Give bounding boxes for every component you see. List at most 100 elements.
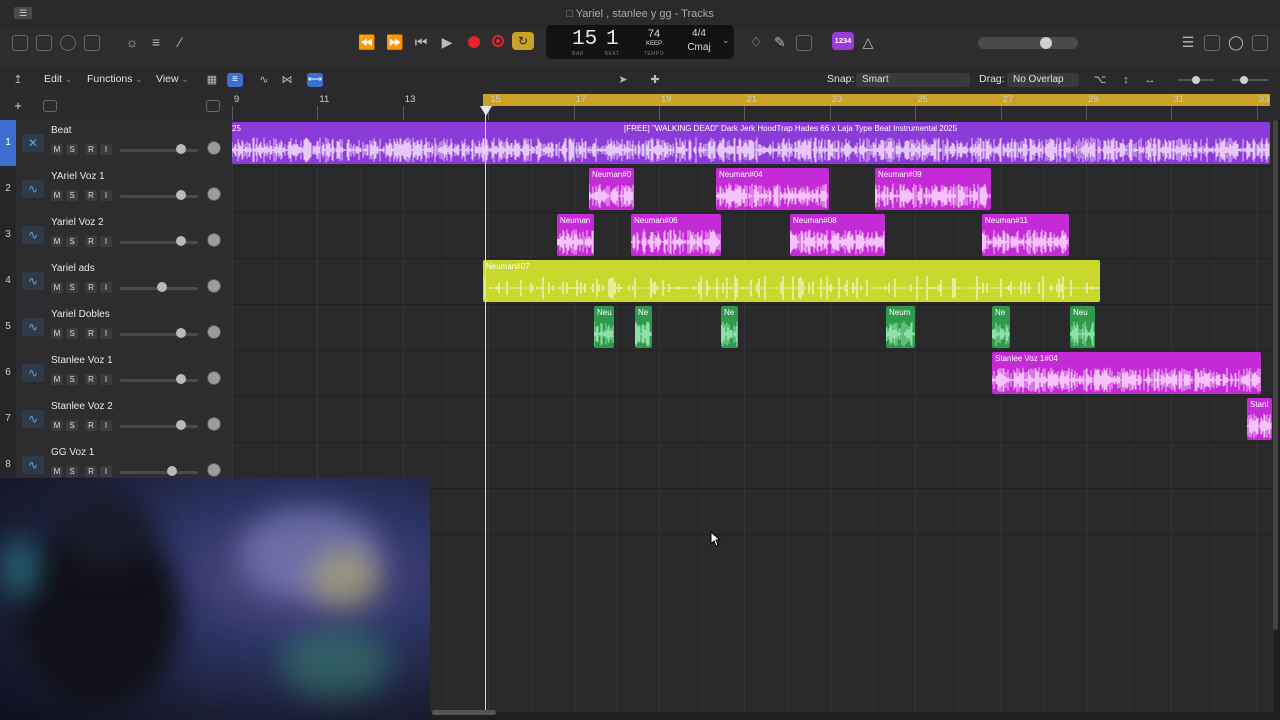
metronome-icon[interactable]: △ [860,34,876,50]
volume-slider[interactable] [120,195,198,198]
mute-button[interactable]: M [51,144,63,155]
volume-knob[interactable] [156,282,167,292]
volume-slider[interactable] [120,149,198,152]
track-header[interactable]: 6 ∿ Stanlee Voz 1 MSRI [0,350,232,397]
library-icon[interactable] [12,35,28,51]
master-volume-knob[interactable] [1040,37,1052,49]
help-icon[interactable] [60,35,76,51]
tuner-icon[interactable]: ♢ [748,34,764,50]
audio-region[interactable]: Neuman#06 [631,214,721,256]
notepad-icon[interactable] [1204,35,1220,51]
mute-button[interactable]: M [51,466,63,477]
drag-select[interactable]: No Overlap [1007,73,1079,87]
vertical-scrollbar[interactable] [1273,120,1278,630]
playhead[interactable] [485,106,486,710]
audio-region[interactable]: Stanl [1247,398,1272,440]
audio-region[interactable]: Neuman#04 [716,168,829,210]
mute-button[interactable]: M [51,190,63,201]
track-header[interactable]: 4 ∿ Yariel ads M S R I [0,258,232,305]
volume-slider[interactable] [120,471,198,474]
browser-icon[interactable] [1252,35,1268,51]
key-signature[interactable]: Cmaj [684,42,714,53]
replace-record-icon[interactable] [492,35,504,47]
pan-knob[interactable] [207,417,221,431]
input-monitor-button[interactable]: I [100,190,112,201]
lcd-chevron-down-icon[interactable]: ⌄ [722,35,730,46]
duplicate-track-icon[interactable] [43,100,57,112]
pencil-icon[interactable]: ✎ [772,34,788,50]
input-monitor-button[interactable]: I [100,374,112,385]
volume-slider[interactable] [120,333,198,336]
audio-region-beat[interactable]: 25 [FREE] "WALKING DEAD" Dark Jerk HoodTr… [232,122,1270,164]
record-enable-button[interactable]: R [85,190,97,201]
fast-forward-icon[interactable]: ⏩ [386,34,404,50]
mixer-icon[interactable]: ≡ [148,34,164,50]
mute-button[interactable]: M [51,282,63,293]
vertical-zoom-slider[interactable] [1178,76,1214,84]
count-in-button[interactable]: 1234 [832,32,854,50]
pan-knob[interactable] [207,187,221,201]
automation-icon[interactable]: ∿ [256,72,272,88]
volume-knob[interactable] [176,190,187,200]
solo-button[interactable]: S [66,466,78,477]
record-enable-button[interactable]: R [85,144,97,155]
solo-button[interactable]: S [66,328,78,339]
audio-region[interactable]: Stanlee Voz 1#04 [992,352,1261,394]
functions-menu[interactable]: Functions [87,73,143,85]
inspector-icon[interactable] [36,35,52,51]
audio-region[interactable]: Neuman [557,214,594,256]
smart-controls-icon[interactable]: ☼ [124,34,140,50]
solo-button[interactable]: S [66,282,78,293]
input-monitor-button[interactable]: I [100,282,112,293]
pan-knob[interactable] [207,141,221,155]
solo-button[interactable]: S [66,420,78,431]
audio-region[interactable]: Neuman#0 [589,168,634,210]
grid-view-icon[interactable]: ▦ [204,72,220,88]
volume-slider[interactable] [120,241,198,244]
input-monitor-button[interactable]: I [100,144,112,155]
audio-region[interactable]: Neu [1070,306,1095,348]
horizontal-zoom-icon[interactable]: ↔ [1142,72,1158,88]
master-volume-slider[interactable] [978,37,1078,49]
mute-button[interactable]: M [51,374,63,385]
tempo-value[interactable]: 74 [640,28,668,40]
audio-region[interactable]: Ne [721,306,738,348]
audio-region[interactable]: Neuman#11 [982,214,1069,256]
input-monitor-button[interactable]: I [100,420,112,431]
record-enable-button[interactable]: R [85,420,97,431]
pan-knob[interactable] [207,233,221,247]
volume-knob[interactable] [176,144,187,154]
input-monitor-button[interactable]: I [100,466,112,477]
snap-select[interactable]: Smart [856,73,970,87]
audio-region[interactable]: Neuman#09 [875,168,991,210]
volume-knob[interactable] [176,328,187,338]
track-header[interactable]: 7 ∿ Stanlee Voz 2 MSRI [0,396,232,443]
loop-browser-icon[interactable]: ◯ [1228,34,1244,50]
record-enable-button[interactable]: R [85,328,97,339]
audio-region[interactable]: Neuman#07 [483,260,1100,302]
vertical-zoom-icon[interactable]: ↕ [1118,72,1134,88]
playhead-handle[interactable] [480,106,492,116]
mute-button[interactable]: M [51,420,63,431]
catch-playhead-icon[interactable]: ⟷ [307,73,323,87]
toolbar-icon[interactable] [84,35,100,51]
input-monitor-button[interactable]: I [100,236,112,247]
volume-knob[interactable] [176,420,187,430]
pan-knob[interactable] [207,463,221,477]
solo-button[interactable]: S [66,144,78,155]
rewind-icon[interactable]: ⏪ [358,34,376,50]
pan-knob[interactable] [207,279,221,293]
lcd-display[interactable]: 15 1 BAR BEAT 74 KEEP TEMPO 4/4 Cmaj ⌄ [546,25,734,59]
play-icon[interactable]: ▶ [438,34,456,50]
pan-knob[interactable] [207,371,221,385]
record-enable-button[interactable]: R [85,282,97,293]
record-enable-button[interactable]: R [85,466,97,477]
solo-button[interactable]: S [66,374,78,385]
volume-slider[interactable] [120,425,198,428]
track-header[interactable]: 2 ∿ YAriel Voz 1 MSRI [0,166,232,213]
waveform-zoom-icon[interactable]: ⌥ [1092,72,1108,88]
audio-region[interactable]: Ne [635,306,652,348]
track-header[interactable]: 3 ∿ Yariel Voz 2 MSRI [0,212,232,259]
track-name[interactable]: Stanlee Voz 1 [51,355,113,366]
track-name[interactable]: GG Voz 1 [51,447,94,458]
